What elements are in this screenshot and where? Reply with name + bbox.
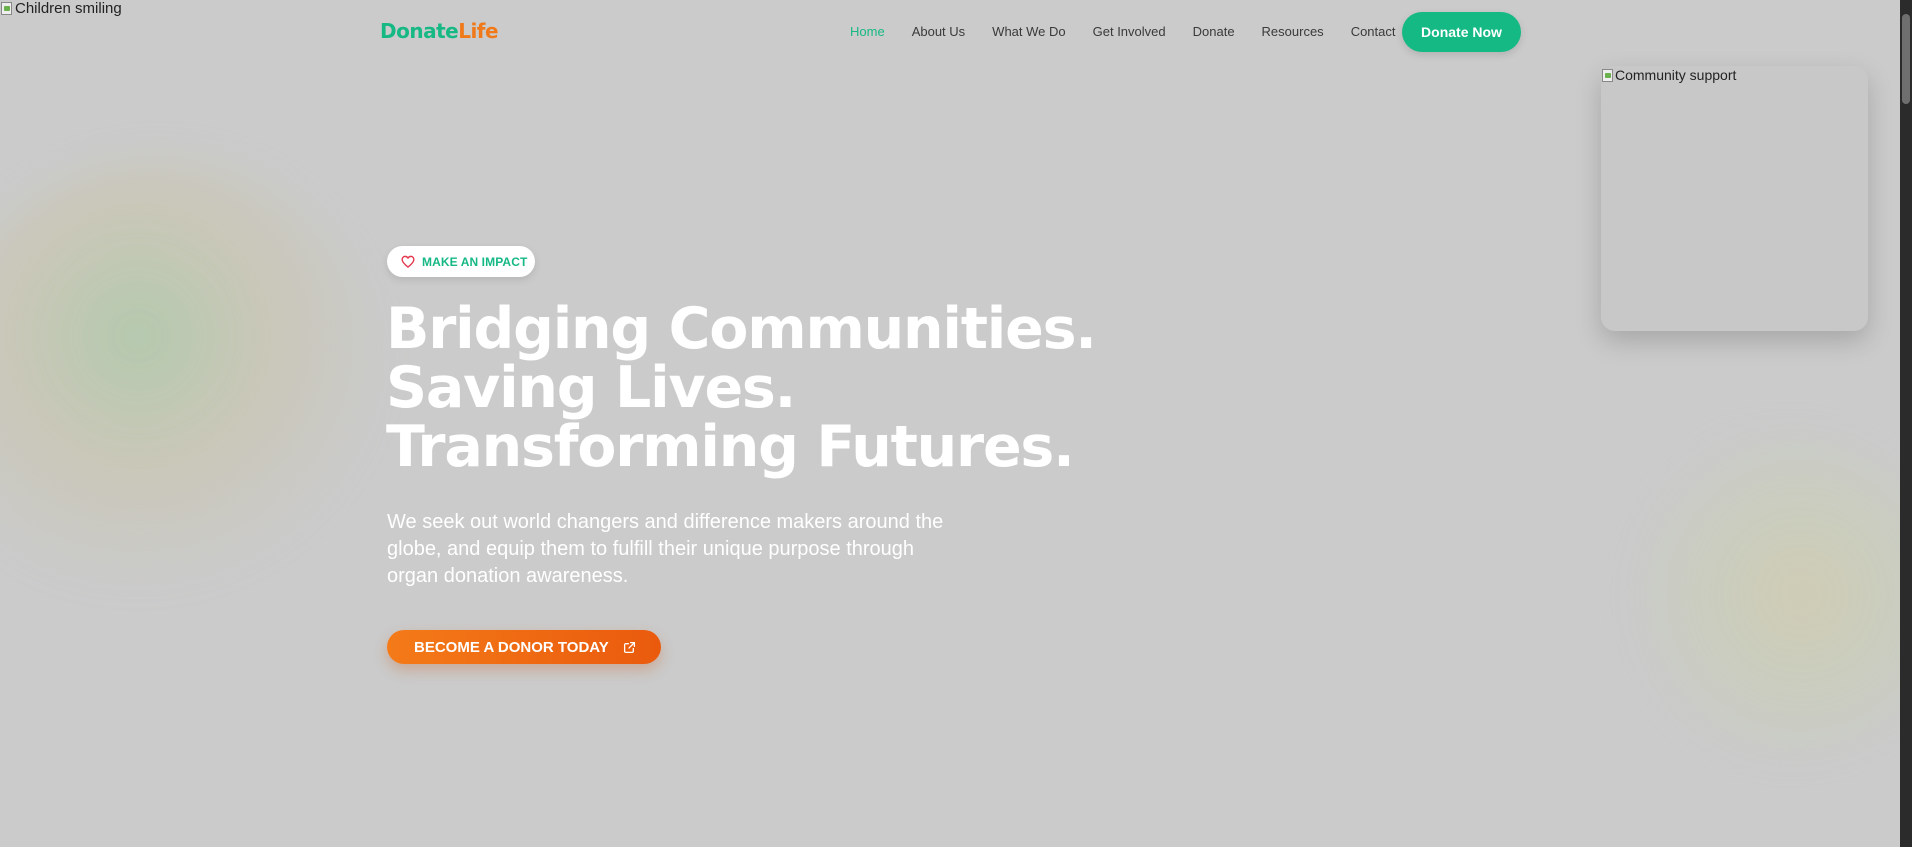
hero-subtitle: We seek out world changers and differenc… [387, 511, 944, 587]
badge-label: MAKE AN IMPACT [422, 254, 528, 269]
scrollbar-thumb[interactable] [1902, 14, 1910, 104]
brand-logo-part2: Life [458, 19, 499, 43]
nav-link-resources[interactable]: Resources [1262, 24, 1324, 39]
nav-link-what-we-do[interactable]: What We Do [992, 24, 1065, 39]
become-a-donor-label: BECOME A DONOR TODAY [414, 638, 609, 656]
hero-heading-line-2: Saving Lives. [386, 355, 796, 421]
become-a-donor-button[interactable]: BECOME A DONOR TODAY [387, 630, 661, 664]
background-glow-left [0, 160, 380, 600]
hero-heading-line-1: Bridging Communities. [386, 296, 1097, 362]
main-nav: Home About Us What We Do Get Involved Do… [850, 24, 1423, 39]
brand-logo[interactable]: DonateLife [380, 19, 499, 43]
broken-image-icon [1601, 68, 1615, 83]
nav-link-get-involved[interactable]: Get Involved [1093, 24, 1166, 39]
community-support-image: Community support [1601, 66, 1868, 331]
heart-icon [401, 255, 415, 268]
brand-logo-part1: Donate [380, 19, 459, 43]
community-support-image-alt: Community support [1615, 67, 1737, 83]
site-header: DonateLife Home About Us What We Do Get … [0, 0, 1900, 64]
hero-heading-line-3: Transforming Futures. [386, 414, 1075, 480]
nav-link-about-us[interactable]: About Us [912, 24, 965, 39]
page-scrollbar[interactable] [1900, 0, 1912, 847]
donate-now-button[interactable]: Donate Now [1402, 12, 1521, 52]
nav-link-home[interactable]: Home [850, 24, 885, 39]
background-glow-right [1620, 430, 1912, 760]
community-support-image-caption: Community support [1601, 67, 1736, 83]
external-link-icon [623, 641, 635, 653]
nav-link-contact[interactable]: Contact [1351, 24, 1396, 39]
hero-heading: Bridging Communities. Saving Lives. Tran… [386, 300, 1166, 477]
make-an-impact-badge: MAKE AN IMPACT [387, 246, 535, 277]
nav-link-donate[interactable]: Donate [1193, 24, 1235, 39]
